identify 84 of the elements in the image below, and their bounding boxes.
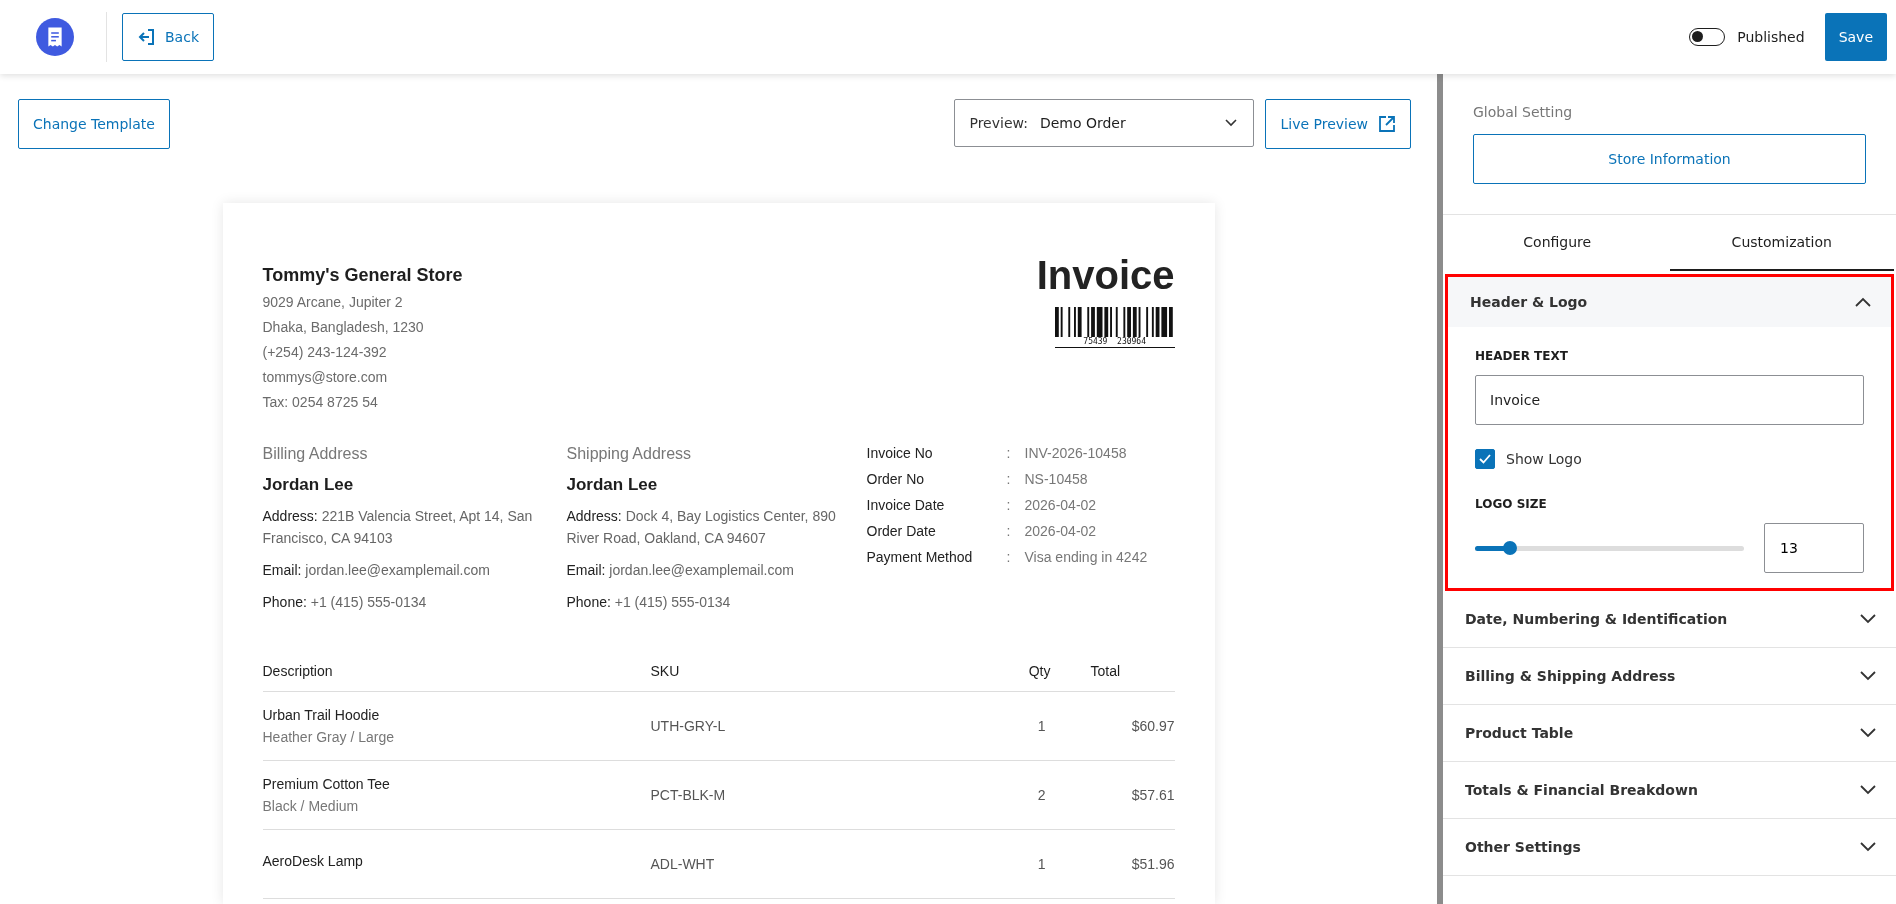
- customer-name: Jordan Lee: [566, 475, 659, 495]
- accordion-header[interactable]: Header & Logo: [1448, 277, 1891, 327]
- chevron-down-icon: [1860, 842, 1876, 852]
- address-detail: Phone: +1 (415) 555-0134: [566, 593, 732, 612]
- product-variant: Black / Medium: [262, 798, 360, 814]
- invoice-title: Invoice: [1036, 252, 1175, 299]
- product-name: Premium Cotton Tee: [262, 776, 391, 792]
- meta-value: NS-10458: [1024, 471, 1089, 487]
- meta-label: Order No: [866, 471, 926, 487]
- sku-cell-text: ADL-WHT: [650, 856, 716, 872]
- header-text-input[interactable]: Invoice: [1475, 375, 1864, 425]
- accordion-header[interactable]: Billing & Shipping Address: [1443, 648, 1896, 704]
- meta-label: Invoice Date: [866, 497, 946, 513]
- accordion-header[interactable]: Other Settings: [1443, 819, 1896, 875]
- store-name: Tommy's General Store: [262, 265, 463, 286]
- external-link-icon: [1378, 115, 1396, 133]
- meta-value: 2026-04-02: [1024, 523, 1098, 539]
- checkmark-icon: [1479, 454, 1491, 464]
- address-detail: Email: jordan.lee@examplemail.com: [566, 561, 795, 580]
- exit-arrow-icon: [137, 28, 155, 46]
- product-name: Urban Trail Hoodie: [262, 707, 381, 723]
- sku-cell-text: PCT-BLK-M: [650, 787, 727, 803]
- field-label: HEADER TEXT: [1475, 349, 1569, 363]
- chevron-up-icon: [1855, 297, 1871, 307]
- total-cell-text: $60.97: [1130, 718, 1175, 734]
- checkbox-label: Show Logo: [1506, 451, 1582, 467]
- published-toggle[interactable]: [1689, 28, 1726, 46]
- address-detail: Address: 221B Valencia Street, Apt 14, San Francisco, CA 94103: [262, 507, 534, 548]
- meta-separator: :: [1006, 471, 1012, 487]
- store-detail: (+254) 243-124-392: [262, 343, 388, 362]
- column-header: Description: [262, 663, 334, 679]
- address-detail: Phone: +1 (415) 555-0134: [262, 593, 428, 612]
- sku-cell-text: UTH-GRY-L: [650, 718, 727, 734]
- live-preview-button[interactable]: Live Preview: [1265, 99, 1411, 149]
- meta-separator: :: [1006, 523, 1012, 539]
- preview-select[interactable]: Preview: Demo Order: [954, 99, 1255, 147]
- accordion-header[interactable]: Product Table: [1443, 705, 1896, 761]
- total-cell-text: $51.96: [1130, 856, 1175, 872]
- product-name: AeroDesk Lamp: [262, 853, 364, 869]
- meta-value: 2026-04-02: [1024, 497, 1098, 513]
- back-button[interactable]: Back: [122, 13, 214, 61]
- chevron-down-icon: [1860, 785, 1876, 795]
- logo-size-input[interactable]: 13: [1764, 523, 1864, 573]
- address-heading: Billing Address: [262, 445, 369, 463]
- chevron-down-icon: [1860, 728, 1876, 738]
- field-label: LOGO SIZE: [1475, 497, 1548, 511]
- store-information-button[interactable]: Store Information: [1473, 134, 1866, 184]
- qty-cell-text: 1: [1036, 856, 1047, 872]
- receipt-logo-icon: [36, 18, 74, 56]
- chevron-down-icon: [1225, 119, 1238, 127]
- tab[interactable]: Customization: [1669, 215, 1894, 271]
- column-header: SKU: [650, 663, 681, 679]
- store-detail: Tax: 0254 8725 54: [262, 393, 379, 412]
- save-button[interactable]: Save: [1824, 13, 1887, 61]
- store-detail: Dhaka, Bangladesh, 1230: [262, 318, 425, 337]
- customer-name: Jordan Lee: [262, 475, 355, 495]
- store-detail: 9029 Arcane, Jupiter 2: [262, 293, 404, 312]
- product-variant: Heather Gray / Large: [262, 729, 395, 745]
- accordion-header[interactable]: Date, Numbering & Identification: [1443, 591, 1896, 647]
- column-header: Total: [1089, 663, 1122, 679]
- change-template-button[interactable]: Change Template: [18, 99, 170, 149]
- tab[interactable]: Configure: [1445, 215, 1670, 271]
- published-label: Published: [1737, 29, 1805, 45]
- meta-label: Payment Method: [866, 549, 974, 565]
- meta-separator: :: [1006, 445, 1012, 461]
- meta-value: INV-2026-10458: [1024, 445, 1128, 461]
- show-logo-checkbox[interactable]: [1475, 449, 1495, 469]
- meta-label: Order Date: [866, 523, 937, 539]
- address-detail: Email: jordan.lee@examplemail.com: [262, 561, 491, 580]
- section-heading: Global Setting: [1473, 104, 1574, 120]
- barcode: 75439 230964: [1054, 307, 1175, 348]
- meta-value: Visa ending in 4242: [1024, 549, 1148, 565]
- qty-cell-text: 2: [1036, 787, 1047, 803]
- meta-separator: :: [1006, 497, 1012, 513]
- store-detail: tommys@store.com: [262, 368, 389, 387]
- qty-cell-text: 1: [1036, 718, 1047, 734]
- meta-label: Invoice No: [866, 445, 934, 461]
- column-header: Qty: [1027, 663, 1051, 679]
- meta-separator: :: [1006, 549, 1012, 565]
- chevron-down-icon: [1860, 614, 1876, 624]
- chevron-down-icon: [1860, 671, 1876, 681]
- total-cell-text: $57.61: [1130, 787, 1175, 803]
- accordion-header[interactable]: Totals & Financial Breakdown: [1443, 762, 1896, 818]
- slider-thumb[interactable]: [1502, 541, 1517, 555]
